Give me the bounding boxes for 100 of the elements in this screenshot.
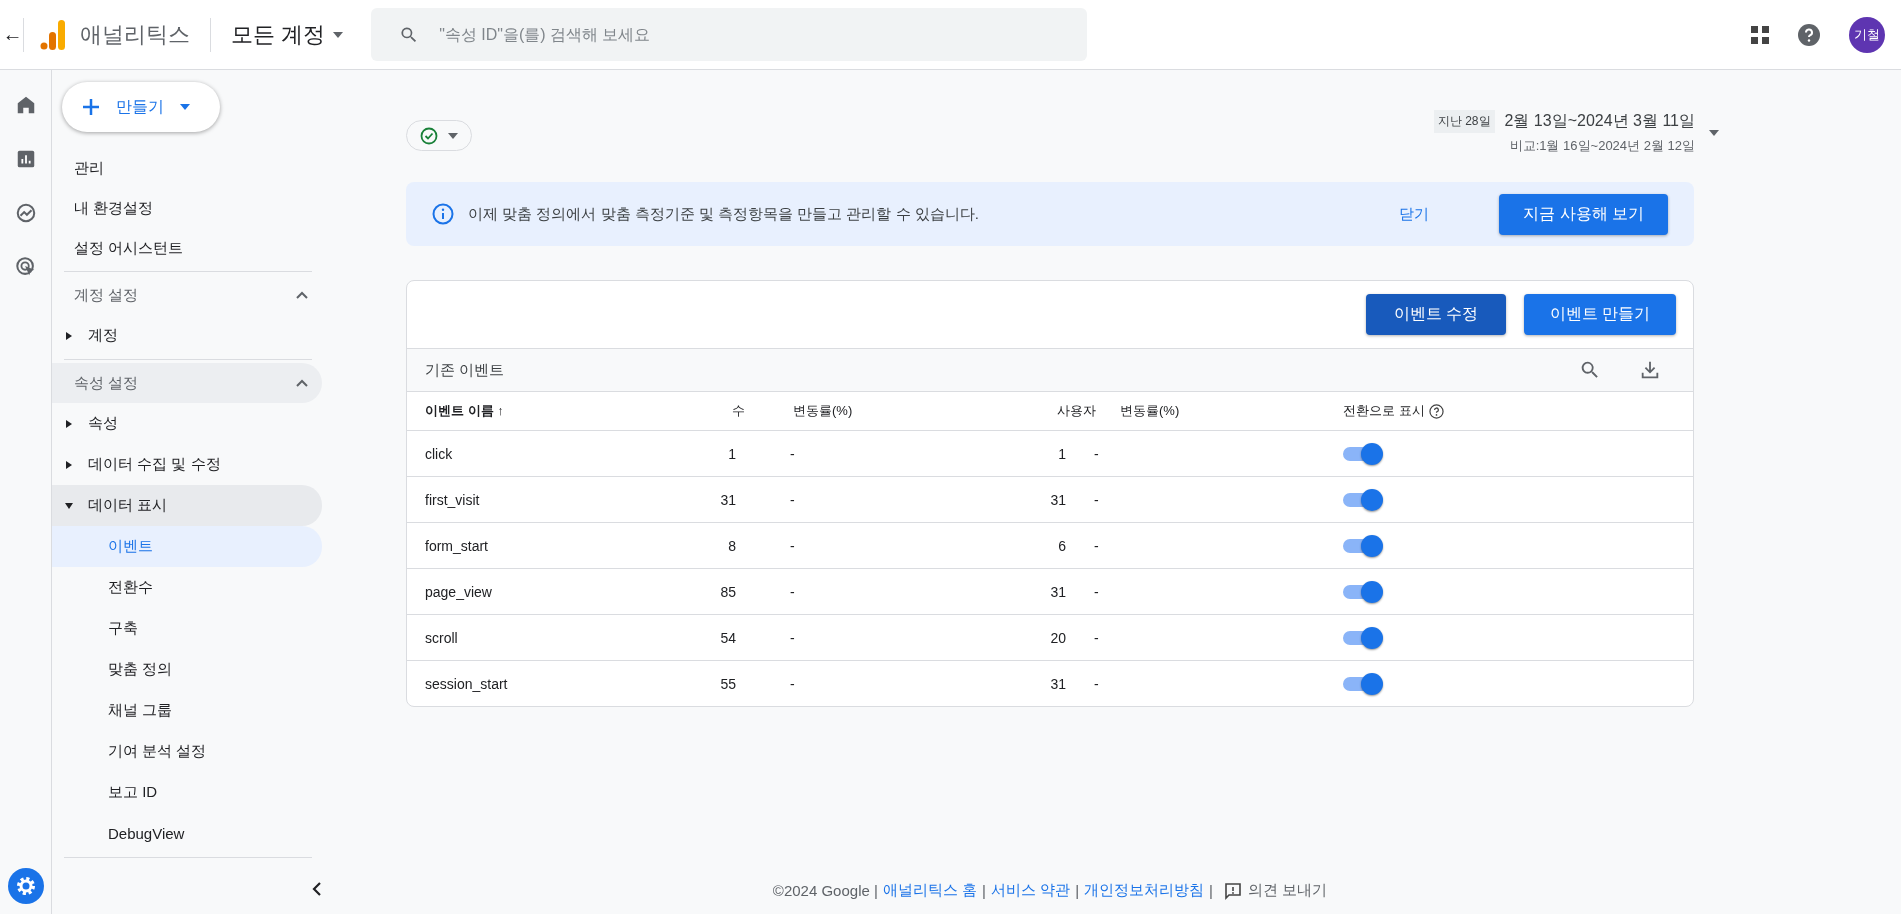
- sidebar-item[interactable]: 전환수: [52, 567, 322, 608]
- event-name: scroll: [425, 629, 458, 646]
- date-range: 2월 13일~2024년 3월 11일: [1504, 111, 1695, 131]
- create-button[interactable]: 만들기: [62, 82, 220, 132]
- table-cell: 6: [1058, 537, 1066, 554]
- card-title: 기존 이벤트: [425, 360, 505, 380]
- column-header[interactable]: 이벤트 이름 ↑: [425, 402, 504, 420]
- caret-icon: [333, 31, 344, 38]
- sidebar-group[interactable]: 속성: [52, 403, 322, 444]
- back-button[interactable]: ←: [2, 17, 24, 52]
- help-icon[interactable]: [1428, 403, 1444, 419]
- sidebar-item[interactable]: 채널 그룹: [52, 690, 322, 731]
- footer-link[interactable]: 애널리틱스 홈: [882, 881, 978, 900]
- sidebar-group[interactable]: 데이터 수집 및 수정: [52, 444, 322, 485]
- plus-icon: [82, 98, 100, 116]
- event-name: form_start: [425, 537, 488, 554]
- copyright: ©2024 Google |: [772, 882, 878, 899]
- sidebar-item[interactable]: 보고 ID: [52, 772, 322, 813]
- table-cell: 85: [720, 583, 736, 600]
- sidebar-item[interactable]: 내 환경설정: [52, 188, 322, 228]
- section-header[interactable]: 속성 설정: [52, 363, 322, 403]
- separator: |: [1075, 882, 1080, 899]
- separator: |: [982, 882, 986, 899]
- sidebar-item[interactable]: 맞춤 정의: [52, 649, 322, 690]
- dismiss-link[interactable]: 닫기: [1399, 204, 1430, 224]
- user-avatar[interactable]: 기철: [1849, 16, 1885, 53]
- event-action-button[interactable]: 이벤트 수정: [1366, 294, 1506, 335]
- table-cell: 8: [728, 537, 736, 554]
- cursor-target-icon[interactable]: [14, 256, 37, 278]
- sidebar-item[interactable]: 기여 분석 설정: [52, 731, 322, 772]
- column-header[interactable]: 변동률(%): [793, 402, 853, 420]
- sidebar-item[interactable]: DebugView: [52, 813, 322, 854]
- table-cell: -: [1094, 537, 1099, 554]
- help-icon[interactable]: [1797, 22, 1821, 47]
- chevron-left-icon[interactable]: [312, 882, 322, 896]
- conversion-toggle[interactable]: [1341, 441, 1383, 466]
- sidebar-item[interactable]: 구축: [52, 608, 322, 649]
- caret-icon: [448, 132, 458, 139]
- table-cell: -: [1094, 629, 1099, 646]
- caret-icon: [1709, 129, 1719, 136]
- account-selector[interactable]: 모든 계정: [231, 19, 344, 50]
- conversion-toggle[interactable]: [1341, 625, 1383, 650]
- table-cell: -: [790, 675, 795, 692]
- event-name: first_visit: [425, 491, 480, 508]
- check-circle-icon: [420, 126, 438, 145]
- feedback-link[interactable]: 의견 보내기: [1223, 881, 1328, 900]
- separator: |: [1209, 882, 1213, 899]
- date-preset-chip: 지난 28일: [1433, 110, 1495, 133]
- sidebar-item[interactable]: 이벤트: [52, 526, 322, 567]
- caret-icon: [66, 331, 72, 340]
- search-icon[interactable]: [1579, 359, 1601, 381]
- conversion-toggle[interactable]: [1341, 579, 1383, 604]
- sidebar-item[interactable]: 설정 어시스턴트: [52, 228, 322, 268]
- conversion-toggle[interactable]: [1341, 533, 1383, 558]
- table-cell: -: [790, 537, 795, 554]
- caret-icon: [66, 460, 72, 469]
- apps-grid-icon[interactable]: [1751, 25, 1769, 44]
- product-name: 애널리틱스: [80, 20, 190, 49]
- column-header[interactable]: 변동률(%): [1120, 402, 1180, 420]
- conversion-toggle[interactable]: [1341, 487, 1383, 512]
- caret-icon: [66, 419, 72, 428]
- table-cell: -: [1094, 675, 1099, 692]
- event-name: click: [425, 445, 453, 462]
- table-cell: -: [790, 491, 795, 508]
- status-filter-button[interactable]: [406, 120, 472, 151]
- table-cell: 31: [1050, 491, 1066, 508]
- sidebar-group[interactable]: 데이터 표시: [52, 485, 322, 526]
- settings-icon[interactable]: [7, 868, 44, 904]
- date-range-picker[interactable]: 지난 28일 2월 13일~2024년 3월 11일 비교:1월 16일~2024년 2월 12일: [1433, 110, 1719, 155]
- table-cell: 20: [1050, 629, 1066, 646]
- column-header[interactable]: 수: [732, 402, 745, 420]
- footer-link[interactable]: 서비스 약관: [990, 881, 1071, 900]
- banner-message: 이제 맞춤 정의에서 맞춤 측정기준 및 측정항목을 만들고 관리할 수 있습니다.: [468, 204, 980, 224]
- table-cell: -: [1094, 445, 1099, 462]
- caret-icon: [180, 104, 190, 110]
- info-icon: [432, 203, 454, 225]
- table-cell: -: [1094, 491, 1099, 508]
- trend-circle-icon[interactable]: [14, 202, 37, 224]
- footer-link[interactable]: 개인정보처리방침: [1084, 881, 1205, 900]
- sidebar-group[interactable]: 계정: [52, 315, 322, 356]
- event-action-button[interactable]: 이벤트 만들기: [1524, 294, 1676, 335]
- compare-range: 비교:1월 16일~2024년 2월 12일: [1509, 137, 1695, 155]
- sidebar-item[interactable]: 관리: [52, 148, 322, 188]
- table-cell: 1: [728, 445, 736, 462]
- try-now-button[interactable]: 지금 사용해 보기: [1499, 193, 1668, 235]
- conversion-toggle[interactable]: [1341, 671, 1383, 696]
- download-icon[interactable]: [1639, 359, 1661, 381]
- event-name: page_view: [425, 583, 492, 600]
- table-cell: 55: [720, 675, 736, 692]
- table-cell: 31: [1050, 583, 1066, 600]
- caret-icon: [65, 502, 73, 509]
- table-cell: -: [1094, 583, 1099, 600]
- section-header[interactable]: 계정 설정: [52, 275, 322, 315]
- table-cell: 1: [1058, 445, 1066, 462]
- column-header[interactable]: 사용자: [1057, 402, 1096, 420]
- chevron-icon: [296, 291, 308, 299]
- table-cell: 54: [720, 629, 736, 646]
- chevron-icon: [296, 379, 308, 387]
- event-name: session_start: [425, 675, 508, 692]
- column-header: 전환으로 표시: [1343, 402, 1425, 420]
